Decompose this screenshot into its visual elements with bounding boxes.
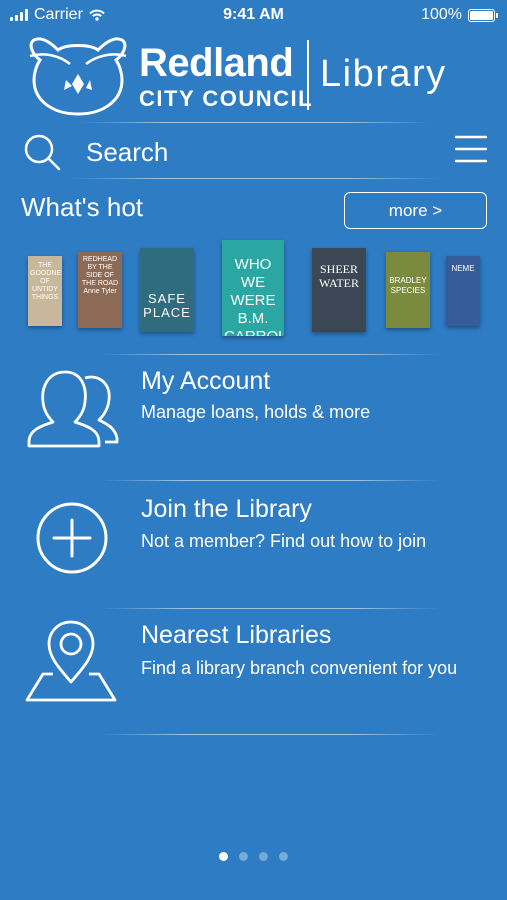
menu-item-subtitle: Manage loans, holds & more	[141, 402, 371, 422]
book-cover-text: REDHEAD BY THE SIDE OF THE ROAD Anne Tyl…	[81, 256, 119, 295]
koala-logo-icon	[29, 37, 127, 116]
book-cover[interactable]: SHEER WATER	[312, 248, 366, 332]
my-account-item[interactable]: My Account Manage loans, holds & more	[0, 364, 507, 488]
divider	[100, 354, 440, 355]
status-right: 100%	[421, 6, 498, 24]
book-cover-text: BRADLEY SPECIES	[389, 276, 427, 295]
page-dot[interactable]	[279, 852, 288, 861]
book-cover[interactable]: WHO WE WERE B.M. CARROLL	[222, 240, 284, 336]
battery-icon	[468, 8, 498, 22]
book-cover-text: SAFE PLACE	[143, 291, 191, 320]
book-cover[interactable]: BRADLEY SPECIES	[386, 252, 430, 328]
book-cover-text: WHO WE WERE B.M. CARROLL	[224, 256, 284, 336]
nearest-libraries-item[interactable]: Nearest Libraries Find a library branch …	[0, 618, 507, 742]
book-cover[interactable]: SAFE PLACE	[140, 248, 194, 332]
more-button[interactable]: more >	[344, 192, 487, 229]
book-cover-text: NEME	[451, 264, 475, 273]
page-dot[interactable]	[239, 852, 248, 861]
page-dot[interactable]	[259, 852, 268, 861]
book-cover[interactable]: THE GOODNESS OF UNTIDY THINGS	[28, 256, 62, 326]
menu-item-subtitle: Not a member? Find out how to join	[141, 531, 427, 551]
brand-name: Redland	[139, 41, 294, 85]
menu-item-title: Nearest Libraries	[141, 621, 332, 649]
divider	[80, 122, 430, 123]
book-cover-text: SHEER WATER	[319, 262, 359, 290]
plus-circle-icon	[36, 502, 108, 574]
divider	[100, 734, 440, 735]
menu-item-title: My Account	[141, 367, 271, 395]
menu-item-subtitle: Find a library branch convenient for you	[141, 658, 458, 678]
users-icon	[27, 370, 119, 448]
search-input[interactable]	[86, 134, 426, 170]
divider	[100, 608, 440, 609]
book-cover[interactable]: REDHEAD BY THE SIDE OF THE ROAD Anne Tyl…	[78, 252, 122, 328]
join-library-item[interactable]: Join the Library Not a member? Find out …	[0, 492, 507, 616]
divider	[100, 480, 440, 481]
map-pin-icon	[25, 620, 117, 702]
divider	[70, 178, 440, 179]
book-cover[interactable]: NEME	[446, 256, 480, 326]
hamburger-menu-icon[interactable]	[455, 134, 487, 164]
battery-percent: 100%	[421, 6, 462, 23]
book-carousel[interactable]: THE GOODNESS OF UNTIDY THINGS REDHEAD BY…	[0, 238, 507, 342]
brand-product: Library	[320, 53, 447, 95]
app-header: Redland CITY COUNCIL Library	[26, 34, 486, 120]
search-icon[interactable]	[22, 132, 62, 172]
page-indicator[interactable]	[0, 852, 507, 861]
page-dot[interactable]	[219, 852, 228, 861]
status-bar: Carrier 9:41 AM 100%	[0, 0, 507, 30]
book-cover-text: THE GOODNESS OF UNTIDY THINGS	[30, 262, 62, 301]
menu-item-title: Join the Library	[141, 495, 312, 523]
brand-subname: CITY COUNCIL	[139, 86, 314, 111]
brand-divider	[307, 40, 309, 110]
battery-fill	[470, 10, 493, 20]
whats-hot-title: What's hot	[21, 192, 144, 222]
search-row	[0, 126, 507, 178]
